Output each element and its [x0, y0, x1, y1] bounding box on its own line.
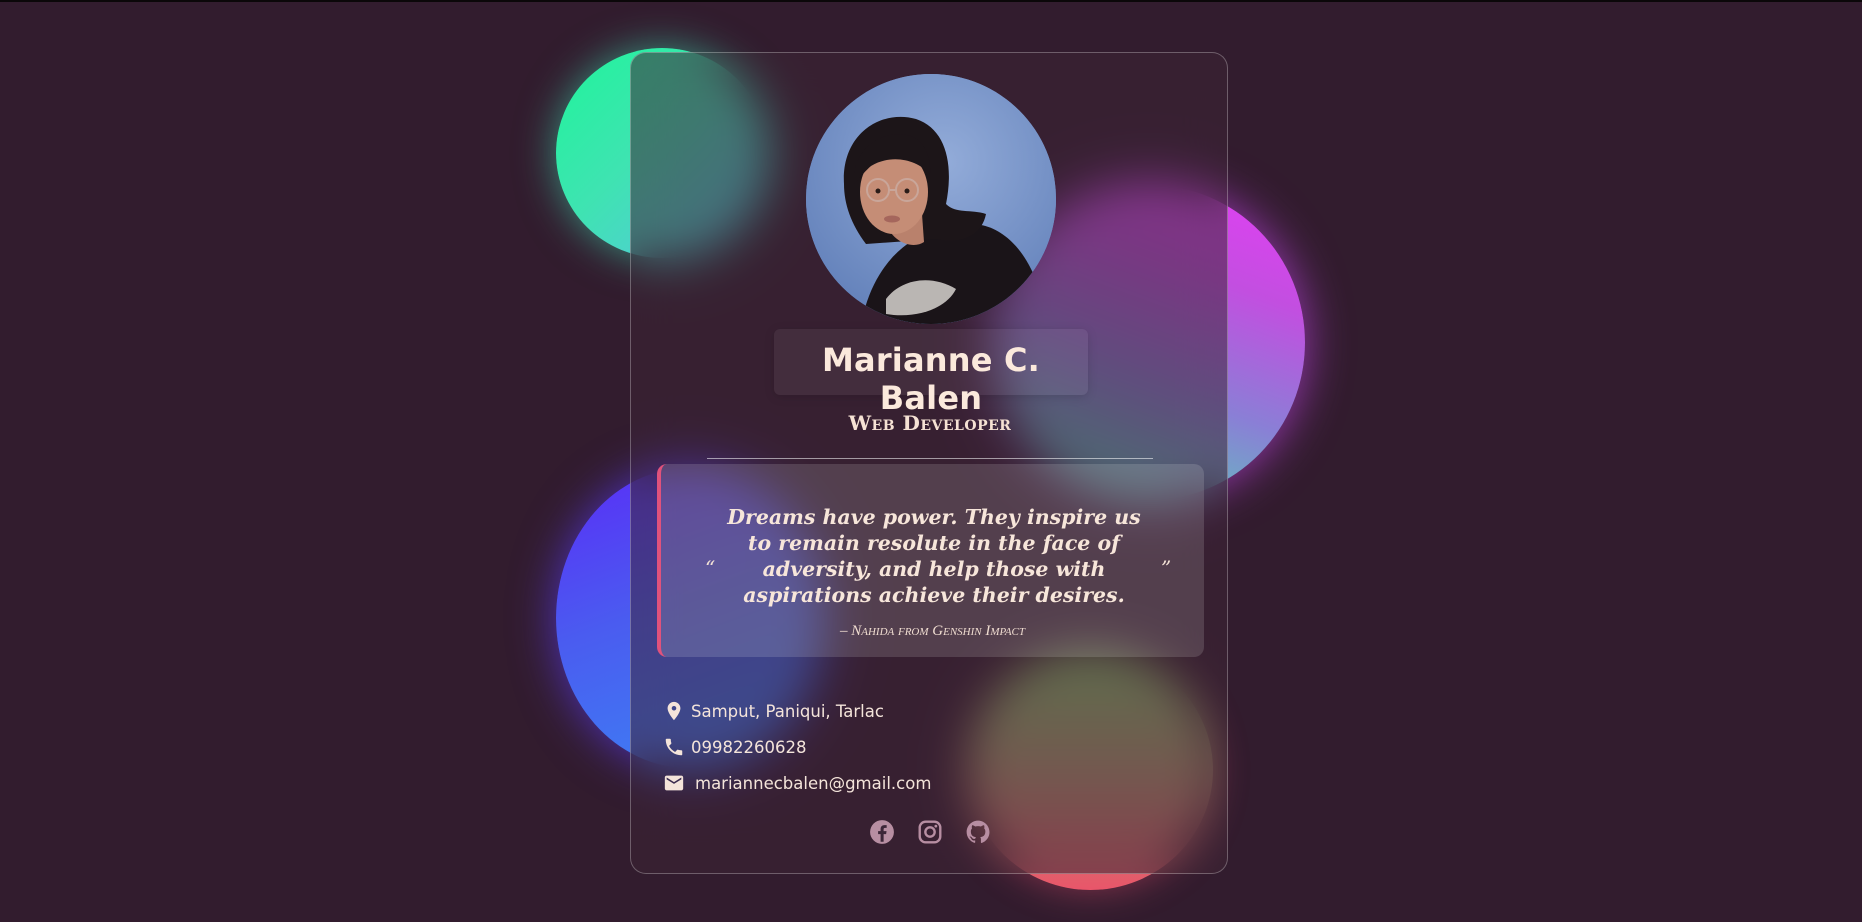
phone-text[interactable]: 09982260628	[691, 738, 806, 757]
contact-phone: 09982260628	[663, 734, 806, 760]
quote-block: “ Dreams have power. They inspire us to …	[657, 464, 1204, 657]
facebook-icon[interactable]	[869, 819, 895, 845]
name-badge: Marianne C. Balen	[774, 329, 1088, 417]
avatar-portrait-image	[806, 74, 1056, 324]
avatar	[806, 74, 1056, 324]
profile-card: Marianne C. Balen Web Developer “ Dreams…	[630, 52, 1228, 874]
social-links	[631, 819, 1227, 849]
email-icon	[663, 772, 685, 794]
page-stage: Marianne C. Balen Web Developer “ Dreams…	[0, 0, 1862, 922]
phone-icon	[663, 736, 685, 758]
contact-email: mariannecbalen@gmail.com	[663, 770, 931, 796]
close-quote-mark: ”	[1161, 556, 1172, 580]
github-icon[interactable]	[965, 819, 991, 845]
location-pin-icon	[663, 700, 685, 722]
quote-text: Dreams have power. They inspire us to re…	[727, 505, 1141, 607]
quote-author: – Nahida from Genshin Impact	[839, 623, 1025, 639]
profile-name: Marianne C. Balen	[821, 341, 1041, 417]
email-text[interactable]: mariannecbalen@gmail.com	[695, 774, 931, 793]
contact-location: Samput, Paniqui, Tarlac	[663, 698, 884, 724]
open-quote-mark: “	[705, 556, 716, 580]
divider	[707, 458, 1153, 459]
instagram-icon[interactable]	[917, 819, 943, 845]
location-text: Samput, Paniqui, Tarlac	[691, 701, 884, 721]
profile-role: Web Developer	[848, 411, 1012, 435]
